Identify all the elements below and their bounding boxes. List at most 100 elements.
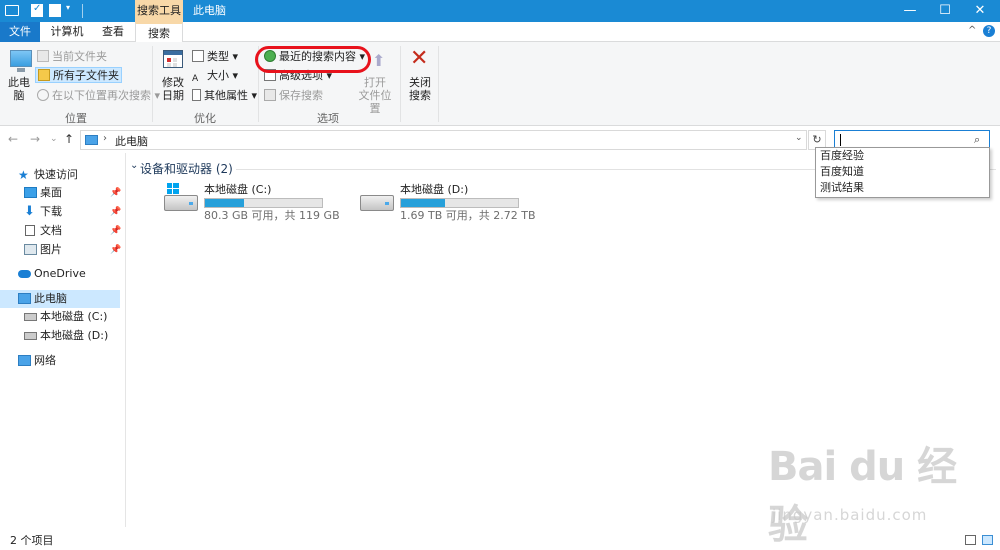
sidebar-item-pictures[interactable]: 图片 📌 [0, 241, 121, 259]
text-caret [840, 134, 841, 146]
network-icon [18, 355, 31, 366]
cloud-icon [18, 270, 31, 278]
sidebar-item-network[interactable]: 网络 [0, 352, 120, 370]
open-file-location-icon: ⬆ [372, 51, 386, 70]
address-path: 此电脑 [115, 135, 148, 148]
drive-c-tile[interactable]: 本地磁盘 (C:) 80.3 GB 可用，共 119 GB [164, 183, 344, 225]
all-subfolders-label: 所有子文件夹 [53, 69, 119, 82]
pin-icon[interactable]: 📌 [110, 203, 121, 221]
size-button[interactable]: A 大小 ▾ [192, 68, 238, 84]
quick-access-dropdown-icon[interactable]: ▾ [66, 3, 76, 17]
ribbon: 此电 脑 当前文件夹 所有子文件夹 在以下位置再次搜索 ▾ 位置 修改 日期 类… [0, 42, 1000, 126]
drive-usage-fill [205, 199, 244, 207]
help-icon[interactable]: ? [983, 25, 995, 37]
location-group-label: 位置 [65, 112, 87, 125]
address-dropdown-icon[interactable]: ⌄ [795, 133, 803, 143]
size-icon: A [192, 74, 199, 84]
sidebar-item-onedrive[interactable]: OneDrive [0, 265, 120, 283]
drive-icon [24, 313, 37, 321]
current-folder-button: 当前文件夹 [37, 49, 107, 65]
sidebar-item-drive-d[interactable]: 本地磁盘 (D:) [0, 327, 120, 345]
annotation-highlight [255, 46, 371, 73]
back-arrow-icon[interactable]: ← [8, 132, 18, 146]
ribbon-tab-row: 文件 计算机 查看 搜索 ^ ? [0, 22, 1000, 43]
search-again-in-label: 在以下位置再次搜索 [52, 89, 151, 102]
drive-usage-bar [204, 198, 323, 208]
drive-d-tile[interactable]: 本地磁盘 (D:) 1.69 TB 可用，共 2.72 TB [360, 183, 540, 225]
download-icon: ⬇ [24, 204, 35, 219]
save-search-label: 保存搜索 [279, 89, 323, 102]
other-properties-button[interactable]: 其他属性 ▾ [192, 88, 257, 104]
sidebar-item-desktop[interactable]: 桌面 📌 [0, 184, 121, 202]
all-subfolders-button[interactable]: 所有子文件夹 [35, 67, 122, 83]
large-icons-view-icon[interactable] [982, 535, 993, 545]
title-bar: ▾ 搜索工具 此电脑 — ☐ ✕ [0, 0, 1000, 22]
sidebar-item-label: 快速访问 [34, 168, 78, 181]
suggestion-item[interactable]: 百度知道 [816, 164, 989, 180]
section-title: 设备和驱动器 (2) [140, 162, 233, 176]
date-modified-button[interactable]: 修改 日期 [157, 76, 189, 102]
sidebar-item-label: 桌面 [40, 186, 62, 199]
sidebar-item-label: 本地磁盘 (D:) [40, 329, 109, 342]
pin-icon[interactable]: 📌 [110, 241, 121, 259]
chevron-down-icon[interactable]: ⌄ [130, 160, 138, 171]
sidebar-item-drive-c[interactable]: 本地磁盘 (C:) [0, 308, 120, 326]
forward-arrow-icon[interactable]: → [30, 132, 40, 146]
search-icon[interactable]: ⌕ [974, 133, 980, 147]
other-properties-label: 其他属性 [204, 89, 248, 102]
close-window-button[interactable]: ✕ [963, 0, 997, 22]
this-pc-icon [10, 50, 32, 72]
window-title: 此电脑 [193, 4, 226, 17]
this-pc-button[interactable]: 此电 脑 [6, 76, 32, 102]
up-arrow-icon[interactable]: ↑ [64, 132, 74, 146]
minimize-button[interactable]: — [893, 0, 927, 22]
this-pc-icon [85, 135, 98, 145]
sidebar-item-label: 网络 [34, 354, 56, 367]
close-search-icon: ✕ [410, 46, 429, 71]
search-suggestions-dropdown: 百度经验 百度知道 测试结果 [815, 147, 990, 198]
collapse-ribbon-icon[interactable]: ^ [968, 25, 976, 36]
pin-icon[interactable]: 📌 [110, 222, 121, 240]
tab-file[interactable]: 文件 [0, 22, 40, 42]
chevron-right-icon[interactable]: › [103, 133, 107, 144]
sidebar-item-documents[interactable]: 文档 📌 [0, 222, 121, 240]
save-icon [264, 89, 276, 101]
search-tools-context-tab: 搜索工具 [135, 0, 183, 22]
pin-icon[interactable]: 📌 [110, 184, 121, 202]
document-icon [25, 225, 35, 236]
drive-icon [24, 332, 37, 340]
tab-search[interactable]: 搜索 [135, 22, 183, 43]
suggestion-item[interactable]: 百度经验 [816, 148, 989, 164]
chevron-down-icon: ▾ [251, 89, 258, 102]
sidebar-item-downloads[interactable]: ⬇ 下载 📌 [0, 203, 121, 221]
computer-icon[interactable] [5, 5, 19, 16]
divider [82, 4, 83, 18]
kind-button[interactable]: 类型 ▾ [192, 49, 238, 65]
divider [400, 46, 401, 122]
tab-view[interactable]: 查看 [93, 22, 133, 42]
properties-icon[interactable] [31, 3, 43, 17]
new-folder-icon[interactable] [49, 4, 61, 17]
baidu-watermark: Bai du 经验 jingyan.baidu.com [768, 434, 968, 548]
recent-locations-icon[interactable]: ⌄ [50, 134, 58, 144]
star-icon: ★ [18, 168, 29, 182]
drive-name: 本地磁盘 (D:) [400, 183, 469, 196]
maximize-button[interactable]: ☐ [928, 0, 962, 22]
sidebar-item-this-pc[interactable]: 此电脑 [0, 290, 120, 308]
hard-drive-icon [164, 195, 198, 211]
tab-computer[interactable]: 计算机 [45, 22, 89, 42]
search-icon [37, 89, 49, 101]
kind-icon [192, 50, 204, 62]
sidebar-item-label: 文档 [40, 224, 62, 237]
windows-logo-icon [167, 183, 179, 194]
address-bar[interactable]: › 此电脑 [80, 130, 807, 150]
drive-free-space: 80.3 GB 可用，共 119 GB [204, 209, 340, 222]
details-view-icon[interactable] [965, 535, 976, 545]
close-search-button[interactable]: 关闭 搜索 [406, 76, 434, 102]
drive-free-space: 1.69 TB 可用，共 2.72 TB [400, 209, 536, 222]
sidebar-item-quick-access[interactable]: ★ 快速访问 [0, 166, 120, 184]
suggestion-item[interactable]: 测试结果 [816, 180, 989, 196]
options-group-label: 选项 [317, 112, 339, 125]
subfolders-icon [38, 69, 50, 81]
calendar-icon [163, 50, 183, 68]
